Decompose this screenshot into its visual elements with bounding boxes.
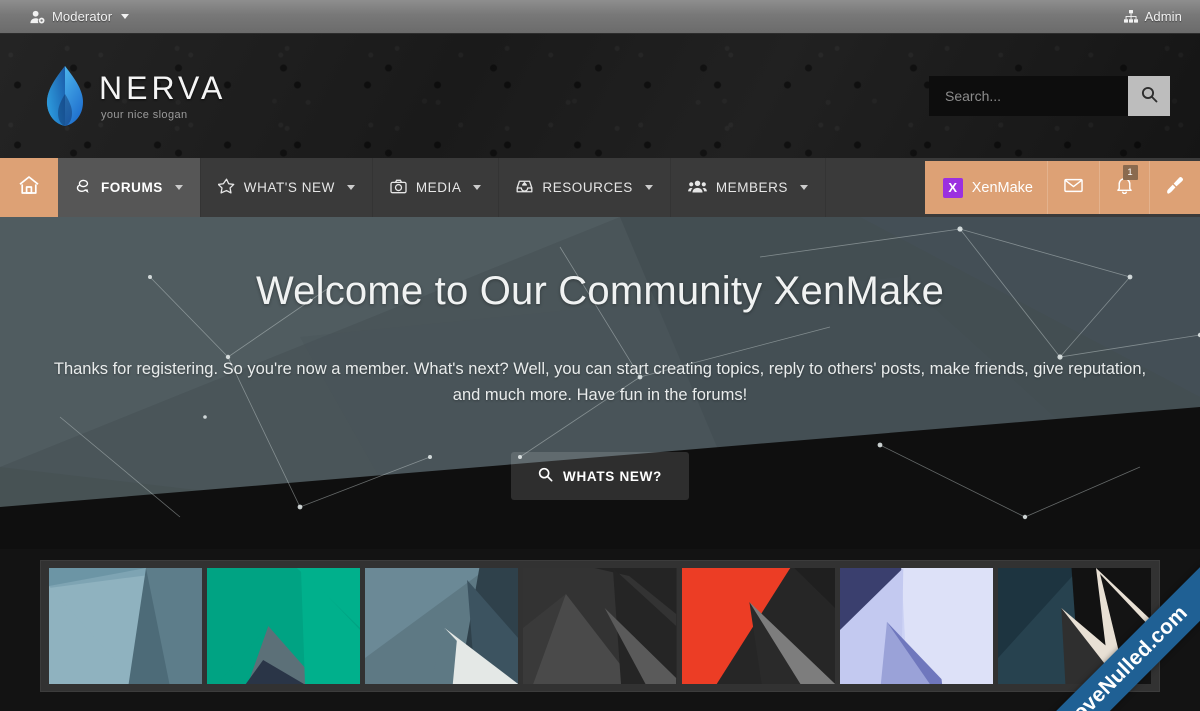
thumbnail-red[interactable] — [681, 568, 835, 684]
logo-text-block: NERVA your nice slogan — [99, 72, 226, 121]
chevron-down-icon — [644, 185, 653, 190]
moderator-label: Moderator — [52, 9, 113, 24]
thumbnail-teal[interactable] — [207, 568, 361, 684]
logo-slogan: your nice slogan — [101, 108, 188, 121]
admin-label: Admin — [1144, 9, 1182, 24]
chevron-down-icon — [346, 185, 355, 190]
style-chooser-button[interactable] — [1150, 161, 1200, 214]
thumbnail-periwinkle[interactable] — [839, 568, 993, 684]
search-box — [929, 76, 1170, 116]
thumbnail-charcoal[interactable] — [523, 568, 677, 684]
nav-item-home[interactable] — [0, 158, 58, 217]
envelope-icon — [1064, 178, 1083, 198]
user-menu-group: X XenMake 1 — [924, 161, 1200, 214]
site-logo[interactable]: NERVA your nice slogan — [45, 64, 226, 128]
camera-icon — [390, 179, 407, 197]
avatar: X — [942, 177, 963, 198]
logo-name: NERVA — [99, 69, 227, 106]
paintbrush-icon — [1166, 176, 1184, 199]
flame-icon — [45, 64, 85, 128]
site-header: NERVA your nice slogan — [0, 34, 1200, 158]
moderator-menu[interactable]: Moderator — [30, 9, 130, 24]
thumbnail-slate[interactable] — [365, 568, 519, 684]
nav-item-whats-new[interactable]: What's New — [201, 158, 373, 217]
search-icon — [1141, 86, 1158, 106]
nav-item-members[interactable]: Members — [671, 158, 826, 217]
username-label: XenMake — [971, 179, 1033, 196]
users-icon — [687, 179, 707, 197]
nav-label-forums: Forums — [101, 180, 163, 195]
topbar-right-group: Admin — [1123, 9, 1182, 24]
search-input[interactable] — [929, 76, 1128, 116]
nav-items-group: Forums What's New — [0, 158, 826, 217]
search-icon — [538, 467, 553, 485]
hero-content: Welcome to Our Community XenMake Thanks … — [0, 217, 1200, 501]
main-navigation: Forums What's New — [0, 158, 1200, 217]
chevron-down-icon — [473, 185, 482, 190]
comments-icon — [75, 179, 92, 197]
nav-item-resources[interactable]: Resources — [499, 158, 671, 217]
alerts-count-badge: 1 — [1122, 165, 1138, 180]
nav-label-resources: Resources — [542, 180, 633, 195]
user-account-menu[interactable]: X XenMake — [925, 161, 1048, 214]
hero-banner: Welcome to Our Community XenMake Thanks … — [0, 217, 1200, 549]
sitemap-icon — [1123, 10, 1138, 23]
hero-title: Welcome to Our Community XenMake — [255, 269, 945, 313]
cta-label: Whats New? — [563, 468, 662, 484]
hero-body-text: Thanks for registering. So you're now a … — [53, 360, 1147, 404]
thumbnail-strip — [40, 560, 1160, 692]
nav-label-media: Media — [415, 180, 462, 195]
thumbnail-blue-gray[interactable] — [49, 568, 203, 684]
alerts-button[interactable]: 1 — [1100, 161, 1150, 214]
nav-label-whats-new: What's New — [243, 180, 335, 195]
chevron-down-icon — [799, 185, 808, 190]
search-submit-button[interactable] — [1128, 76, 1170, 116]
thumbnail-strip-zone — [0, 549, 1200, 711]
inbox-arrow-icon — [516, 179, 533, 197]
chevron-down-icon — [174, 185, 183, 190]
whats-new-cta-button[interactable]: Whats New? — [511, 452, 689, 501]
page-root: Moderator Admin NERVA your nice slogan S… — [0, 0, 1200, 711]
nav-item-media[interactable]: Media — [373, 158, 500, 217]
chevron-down-icon — [121, 14, 130, 19]
home-icon — [18, 175, 40, 200]
nav-item-forums[interactable]: Forums — [58, 158, 201, 217]
top-utility-bar: Moderator Admin — [0, 0, 1200, 34]
nav-label-members: Members — [715, 180, 788, 195]
user-cog-icon — [30, 10, 45, 24]
inbox-button[interactable] — [1048, 161, 1100, 214]
admin-link[interactable]: Admin — [1123, 9, 1182, 24]
star-icon — [217, 178, 235, 197]
topbar-left-group: Moderator — [30, 9, 130, 24]
